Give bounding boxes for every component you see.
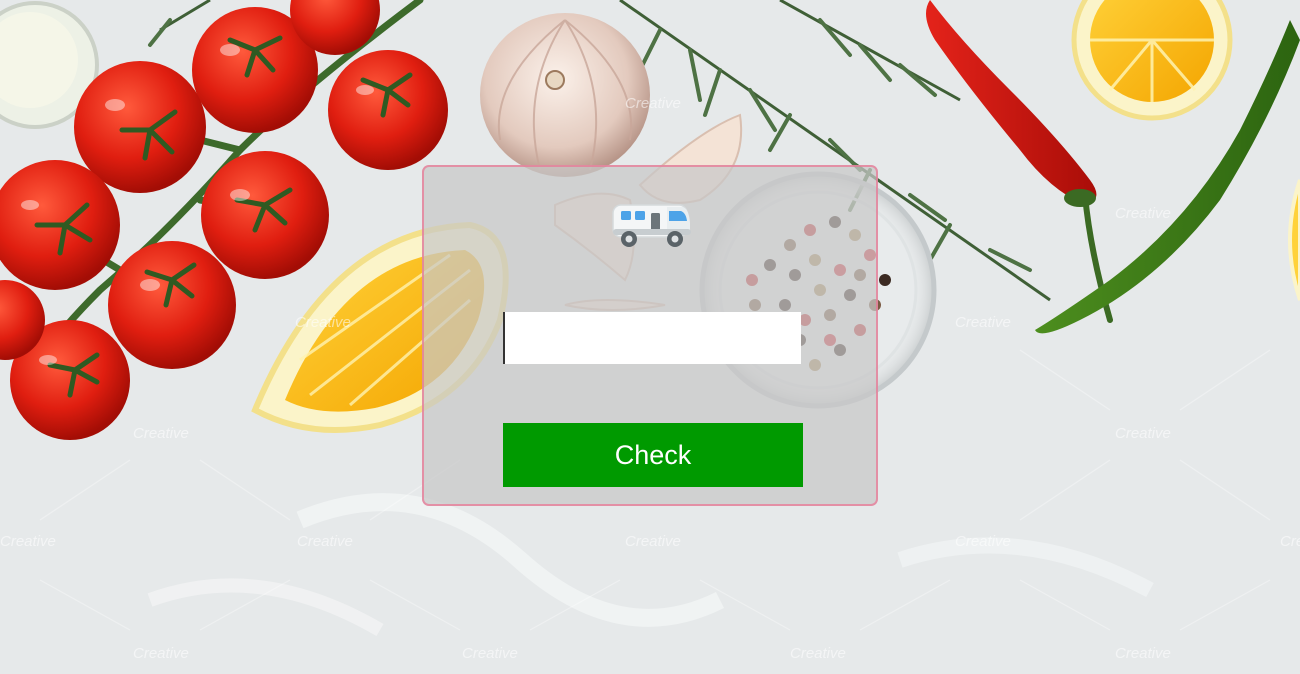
answer-input[interactable] [503, 312, 801, 364]
check-panel: Check [422, 165, 878, 506]
check-button[interactable]: Check [503, 423, 803, 487]
camper-van-icon [612, 204, 691, 247]
